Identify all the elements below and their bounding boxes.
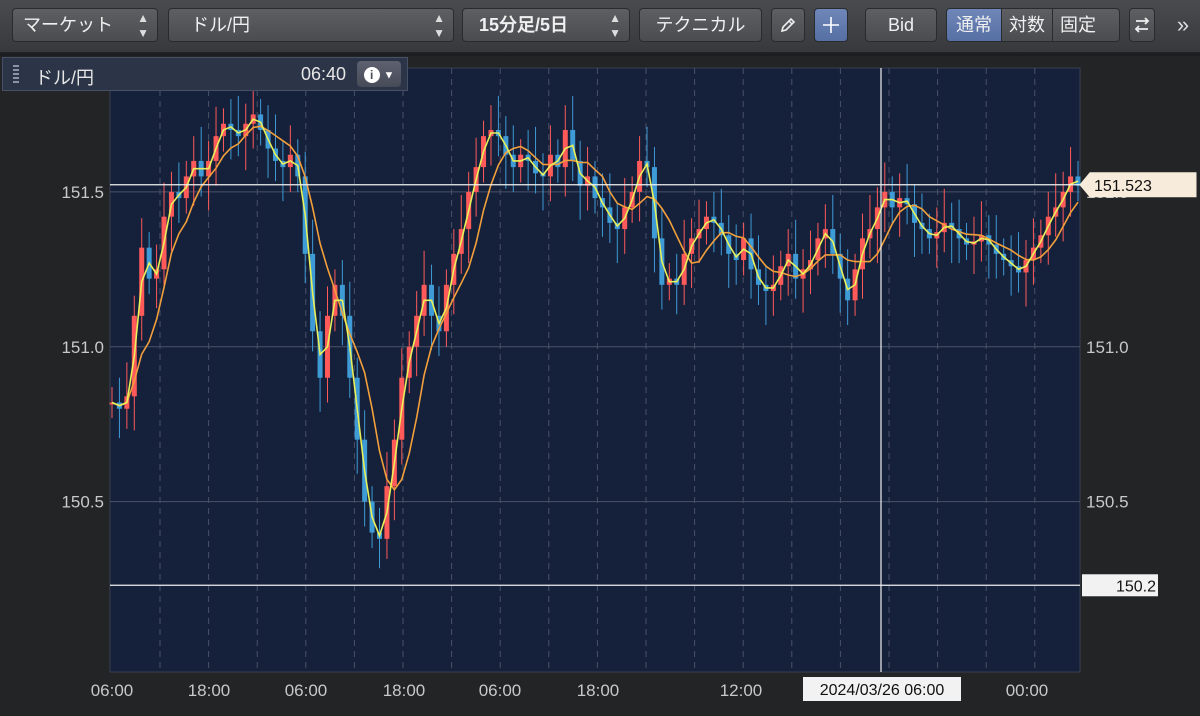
x-tick-label: 06:00 [479,681,522,700]
hline-tag-label: 150.2 [1116,578,1156,595]
swap-arrows-icon [1134,17,1150,33]
info-icon: i [363,67,380,84]
x-tick-label: 18:00 [188,681,231,700]
updown-chevron-icon: ▲ ▼ [609,11,621,40]
caret-down-icon: ▼ [383,69,395,82]
pencil-icon [780,17,796,33]
price-tag-label: 151.523 [1094,178,1152,195]
scale-option-fixed[interactable]: 固定 [1053,9,1103,41]
y-axis-right: 151.5151.0150.5 [1086,183,1129,512]
market-select-label: マーケット [23,15,113,35]
updown-chevron-icon: ▲ ▼ [137,11,149,40]
period-select[interactable]: 15分足/5日 ▲ ▼ [462,8,630,42]
bid-button-label: Bid [887,15,914,35]
drag-handle-icon[interactable] [13,65,19,85]
price-chart[interactable]: 151.5 151.0 150.5 151.5 151.0 150.5 06:00 18:… [0,56,1200,716]
panel-symbol: ドル/円 [35,68,95,88]
bid-button[interactable]: Bid [865,8,937,42]
x-tick-label: 00:00 [1006,681,1049,700]
hline-tag: 150.2 [1082,574,1158,597]
double-chevron-right-icon: » [1176,12,1190,37]
x-tick-label: 18:00 [383,681,426,700]
scale-segmented-control: 通常 対数 固定 [946,8,1120,42]
market-select[interactable]: マーケット ▲ ▼ [12,8,158,42]
y-tick-label-left: 151.0 [61,338,104,357]
pair-select[interactable]: ドル/円 ▲ ▼ [168,8,454,42]
scale-option-log[interactable]: 対数 [1002,9,1053,41]
technical-button-label: テクニカル [655,15,746,35]
panel-time: 06:40 [301,64,347,84]
y-tick-label-left: 151.5 [61,183,104,202]
x-tick-label: 18:00 [577,681,620,700]
more-toolbar-button[interactable]: » [1170,10,1196,40]
y-tick-label-right: 151.0 [1086,338,1129,357]
chart-panel-header: ドル/円 06:40 i ▼ [2,57,408,91]
current-price-tag: 151.523 [1079,172,1197,198]
swap-button[interactable] [1129,8,1155,42]
x-tick-label: 06:00 [285,681,328,700]
crosshair-icon [823,17,839,33]
y-axis-left: 151.5 151.0 150.5 [61,183,104,512]
pencil-button[interactable] [771,8,805,42]
y-tick-label-left: 150.5 [61,493,104,512]
x-tick-label: 06:00 [91,681,134,700]
technical-button[interactable]: テクニカル [639,8,762,42]
crosshair-time-tag: 2024/03/26 06:00 [803,677,961,701]
x-tick-label: 12:00 [720,681,763,700]
scale-option-normal[interactable]: 通常 [947,9,1002,41]
plot-background [109,67,1081,673]
crosshair-time-label: 2024/03/26 06:00 [820,682,945,699]
info-menu-button[interactable]: i ▼ [357,61,401,87]
y-tick-label-right: 150.5 [1086,493,1129,512]
period-select-label: 15分足/5日 [479,15,569,35]
updown-chevron-icon: ▲ ▼ [433,11,445,40]
chart-toolbar: マーケット ▲ ▼ ドル/円 ▲ ▼ 15分足/5日 ▲ ▼ テクニカル Bid 通常… [0,0,1200,53]
crosshair-button[interactable] [814,8,848,42]
chart-area[interactable]: 151.5 151.0 150.5 151.5 151.0 150.5 06:00 18:… [0,56,1200,716]
pair-select-label: ドル/円 [191,15,251,35]
